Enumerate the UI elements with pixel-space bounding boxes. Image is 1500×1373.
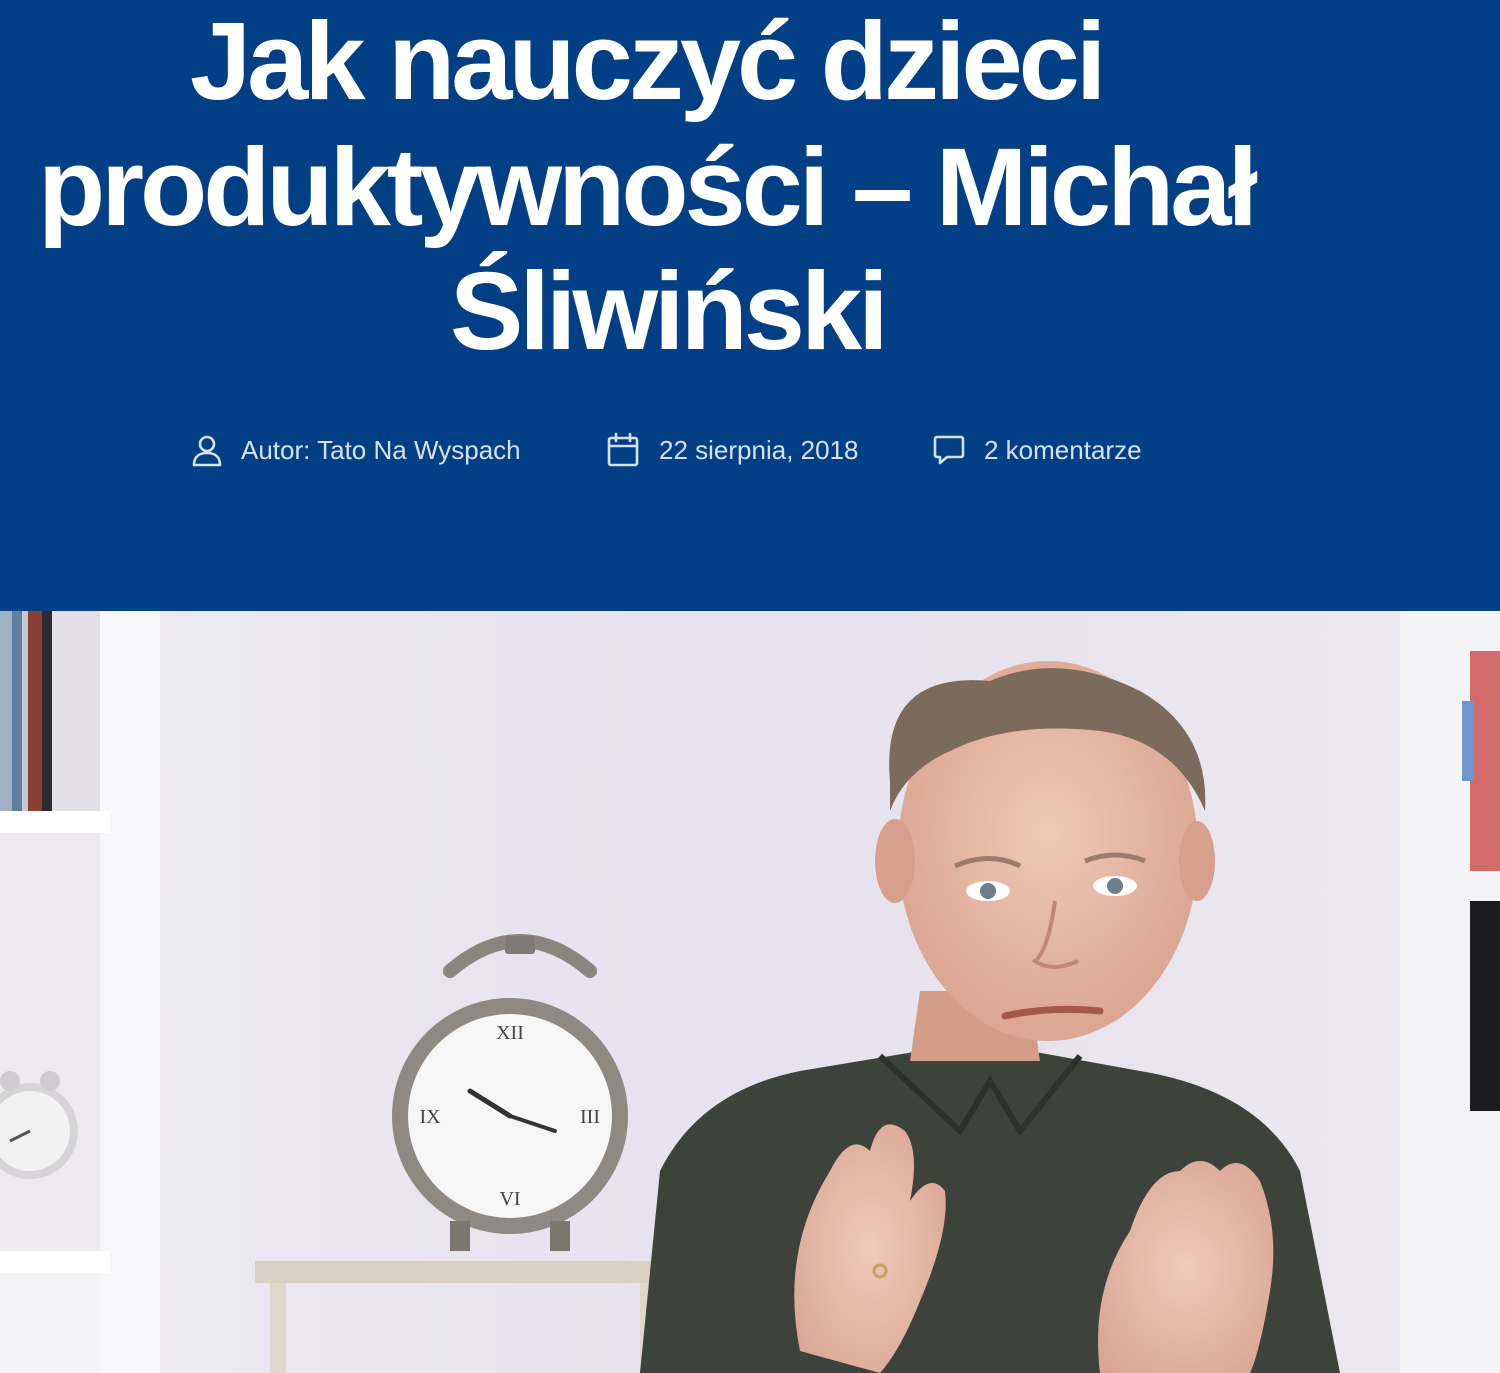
svg-text:III: III [580, 1106, 600, 1128]
post-title-line-3: Śliwiński [450, 250, 889, 373]
post-header: Jak nauczyć dzieci produktywności – Mich… [0, 0, 1500, 611]
post-author: Autor: Tato Na Wyspach [190, 430, 521, 470]
post-date: 22 sierpnia, 2018 [606, 430, 858, 470]
svg-text:XII: XII [496, 1022, 524, 1044]
featured-image: XII III VI IX [0, 611, 1500, 1373]
comment-icon [932, 433, 966, 467]
post-title-line-1: Jak nauczyć dzieci [190, 0, 1106, 123]
post-comments-link[interactable]: 2 komentarze [984, 435, 1142, 466]
post-comments: 2 komentarze [932, 430, 1142, 470]
post-date-link[interactable]: 22 sierpnia, 2018 [659, 435, 858, 466]
user-icon [190, 433, 224, 467]
svg-text:VI: VI [499, 1188, 520, 1210]
post-author-link[interactable]: Autor: Tato Na Wyspach [241, 435, 521, 466]
svg-text:IX: IX [419, 1106, 441, 1128]
calendar-icon [606, 432, 640, 468]
post-meta: Autor: Tato Na Wyspach 22 sierpnia, 2018… [0, 430, 1500, 470]
post-title-line-2: produktywności – Michał [38, 126, 1258, 249]
